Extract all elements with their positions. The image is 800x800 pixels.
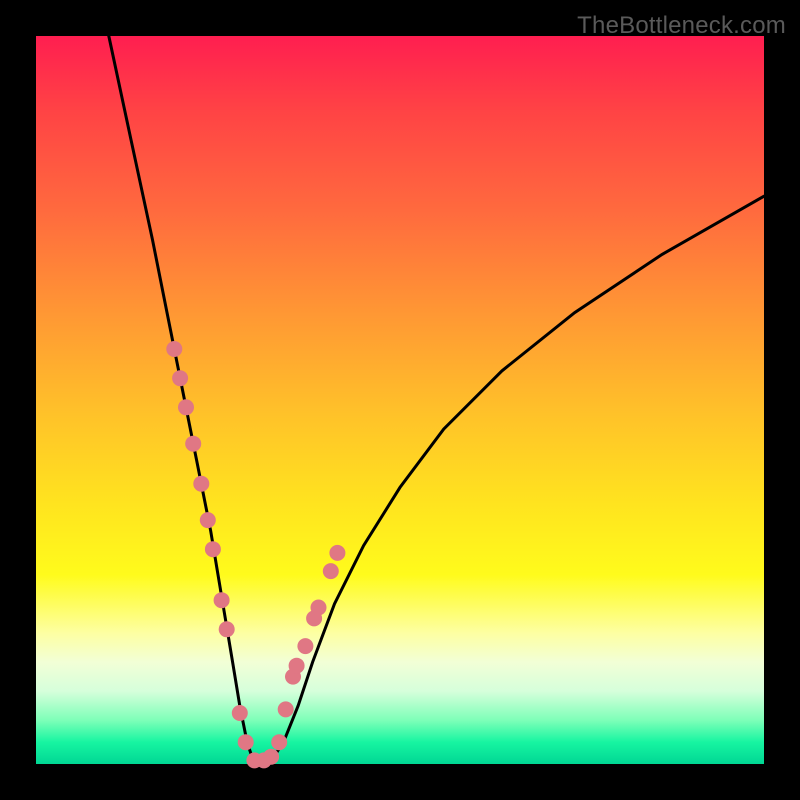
highlight-dot [193,476,209,492]
watermark-text: TheBottleneck.com [577,12,786,40]
highlight-dot [200,512,216,528]
highlight-dots [166,341,345,768]
highlight-dot [178,399,194,415]
highlight-dot [205,541,221,557]
highlight-dot [329,545,345,561]
highlight-dot [219,621,235,637]
highlight-dot [263,749,279,765]
highlight-dot [278,701,294,717]
chart-frame: TheBottleneck.com [0,0,800,800]
highlight-dot [297,638,313,654]
plot-area [36,36,764,764]
highlight-dot [289,658,305,674]
highlight-dot [311,600,327,616]
highlight-dot [271,734,287,750]
highlight-dot [172,370,188,386]
highlight-dot [166,341,182,357]
bottleneck-curve [109,36,764,764]
highlight-dot [185,436,201,452]
highlight-dot [238,734,254,750]
highlight-dot [232,705,248,721]
highlight-dot [323,563,339,579]
chart-svg [36,36,764,764]
highlight-dot [214,592,230,608]
